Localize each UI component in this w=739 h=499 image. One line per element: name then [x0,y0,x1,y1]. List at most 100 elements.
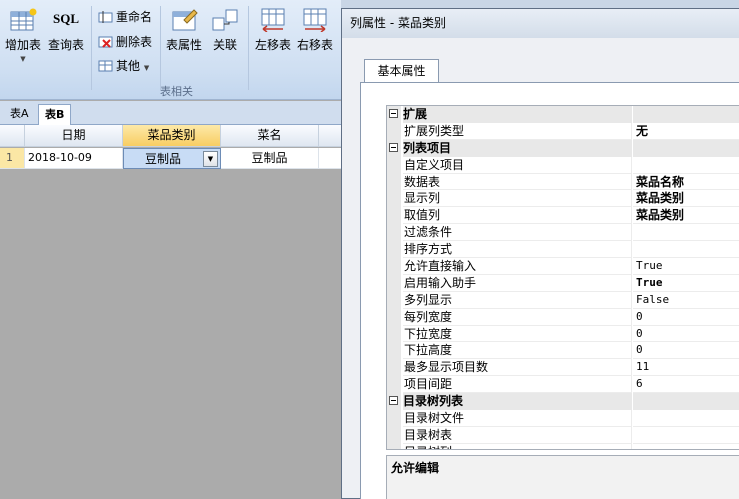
grid-corner[interactable] [0,125,25,147]
tab-basic-properties[interactable]: 基本属性 [364,59,439,83]
property-row[interactable]: 最多显示项目数 11 [387,359,739,377]
dialog-titlebar[interactable]: 列属性 - 菜品类别 [342,9,739,38]
row-gutter [387,393,401,411]
property-value[interactable]: 6 [633,376,739,394]
property-value[interactable]: True [633,258,739,275]
column-header-empty [319,125,343,147]
property-value[interactable] [633,427,739,444]
tab-panel: 扩展 扩展列类型无列表项目 自定义项目 数据表 菜品名称 显示列 菜品类别 取值列 菜品类别 过滤… [360,82,739,499]
property-value[interactable]: 11 [633,359,739,377]
column-header-name[interactable]: 菜名 [221,125,319,147]
ribbon-separator [160,6,161,90]
property-value[interactable]: 0 [633,326,739,343]
property-name: 显示列 [403,190,632,208]
row-gutter [387,274,401,292]
property-row[interactable]: 项目间距 6 [387,376,739,394]
property-value[interactable]: False [633,292,739,309]
property-name: 每列宽度 [403,308,632,326]
add-table-button[interactable]: 增加表 ▼ [4,8,42,66]
move-left-button[interactable]: 左移表 [252,8,294,52]
cell-category-combo[interactable]: 豆制品 ▼ [123,148,221,169]
cell-name[interactable]: 豆制品 [221,148,319,169]
property-row[interactable]: 数据表 菜品名称 [387,173,739,191]
property-row[interactable]: 每列宽度 0 [387,308,739,326]
property-value[interactable] [633,157,739,174]
rename-label: 重命名 [116,10,153,24]
table-grid-icon [98,60,113,72]
property-row[interactable]: 排序方式 [387,241,739,259]
property-row[interactable]: 下拉高度 0 [387,342,739,360]
property-name: 自定义项目 [403,156,632,174]
sheet-tab-b[interactable]: 表B [38,104,72,125]
collapse-icon[interactable] [389,396,398,406]
property-category-fill [633,106,739,123]
chevron-down-icon: ▼ [143,64,150,72]
property-row[interactable]: 多列显示 False [387,291,739,309]
row-gutter [387,139,401,157]
delete-table-button[interactable]: 删除表 [98,34,152,50]
property-row[interactable]: 显示列 菜品类别 [387,190,739,208]
property-category[interactable]: 扩展 [387,106,739,123]
property-value[interactable] [633,224,739,242]
property-row[interactable]: 取值列 菜品类别 [387,207,739,225]
move-left-label: 左移表 [254,38,291,52]
property-row[interactable]: 自定义项目 [387,156,739,174]
ribbon-separator [248,6,249,90]
property-value[interactable] [633,444,739,449]
property-name: 多列显示 [403,291,632,309]
property-row[interactable]: 允许直接输入 True [387,258,739,275]
property-value[interactable] [633,241,739,259]
property-value[interactable]: 菜品类别 [633,207,739,225]
row-gutter [387,106,401,123]
property-value[interactable]: 菜品类别 [633,190,739,208]
collapse-icon[interactable] [389,142,398,152]
column-header-date[interactable]: 日期 [25,125,123,147]
row-gutter [387,325,401,343]
row-gutter [387,359,401,377]
sql-icon: SQL [52,11,79,26]
property-name: 排序方式 [403,241,632,259]
column-header-category[interactable]: 菜品类别 [123,125,221,147]
data-grid: 日期 菜品类别 菜名 1 2018-10-09 豆制品 ▼ 豆制品 [0,125,343,169]
cell-category-value: 豆制品 [144,152,181,166]
property-category[interactable]: 目录树列表 [387,393,739,411]
property-row[interactable]: 扩展列类型无 [387,122,739,140]
property-name: 下拉宽度 [403,325,632,343]
other-label: 其他 [116,59,141,73]
property-row[interactable]: 过滤条件 [387,224,739,242]
row-gutter [387,308,401,326]
property-name: 目录树文件 [403,410,632,427]
table-props-button[interactable]: 表属性 [164,8,204,52]
move-right-button[interactable]: 右移表 [294,8,336,52]
property-category[interactable]: 列表项目 [387,139,739,157]
property-category-fill [633,393,739,411]
property-category-label: 列表项目 [403,139,632,157]
property-row[interactable]: 目录树列 [387,443,739,449]
other-button[interactable]: 其他 ▼ [98,58,149,76]
property-name: 数据表 [403,173,632,191]
rename-button[interactable]: 重命名 [98,9,152,25]
cell-date[interactable]: 2018-10-09 [25,148,123,169]
query-table-label: 查询表 [47,38,84,52]
sheet-tab-a[interactable]: 表A [4,104,35,125]
query-table-button[interactable]: SQL 查询表 [46,8,86,52]
property-row[interactable]: 启用输入助手 True [387,274,739,292]
collapse-icon[interactable] [389,109,398,118]
row-header[interactable]: 1 [0,148,25,169]
property-value[interactable] [633,410,739,427]
relation-button[interactable]: 关联 [208,8,242,52]
property-grid: 扩展 扩展列类型无列表项目 自定义项目 数据表 菜品名称 显示列 菜品类别 取值列 菜品类别 过滤… [386,105,739,450]
property-value[interactable]: 0 [633,342,739,360]
property-row[interactable]: 目录树表 [387,426,739,444]
property-name: 启用输入助手 [403,274,632,292]
property-value[interactable]: 菜品名称 [633,174,739,191]
delete-table-icon [98,36,113,48]
property-row[interactable]: 下拉宽度 0 [387,325,739,343]
property-value[interactable]: 无 [633,123,739,140]
property-row[interactable]: 目录树文件 [387,410,739,427]
property-value[interactable]: 0 [633,309,739,326]
property-name: 目录树列 [403,443,632,449]
property-value[interactable]: True [633,275,739,292]
dropdown-arrow-icon[interactable]: ▼ [203,151,218,167]
row-gutter [387,291,401,309]
